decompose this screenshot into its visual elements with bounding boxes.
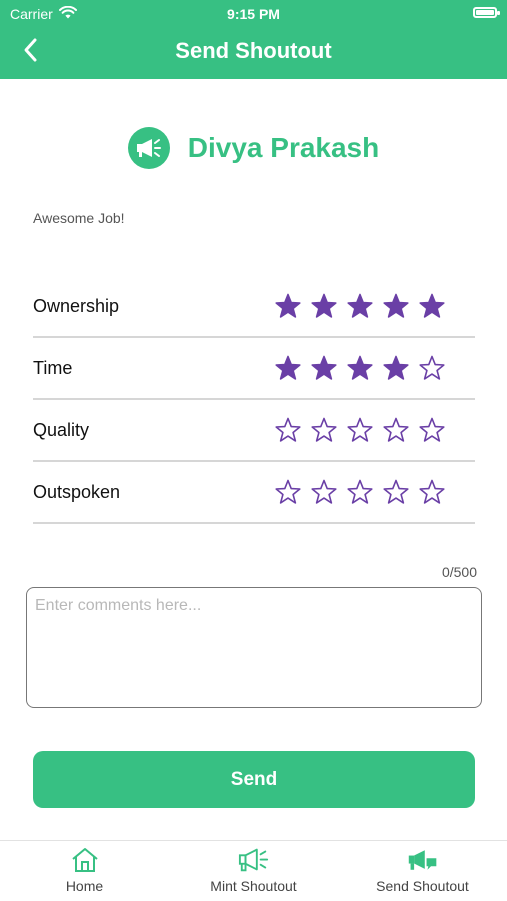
ratings-list: Ownership Time Quality Outspoken [33, 276, 475, 524]
rating-label: Ownership [33, 295, 120, 316]
star-outline-icon[interactable] [275, 479, 301, 505]
star-outline-icon[interactable] [419, 355, 445, 381]
star-outline-icon[interactable] [275, 417, 301, 443]
tab-label: Mint Shoutout [210, 878, 297, 894]
star-outline-icon[interactable] [419, 479, 445, 505]
rating-row-time: Time [33, 338, 475, 400]
star-filled-icon[interactable] [383, 355, 409, 381]
rating-row-ownership: Ownership [33, 276, 475, 338]
status-bar: Carrier 9:15 PM [0, 0, 507, 28]
tab-mint-shoutout[interactable]: Mint Shoutout [169, 841, 338, 901]
battery-icon [473, 7, 500, 18]
star-outline-icon[interactable] [347, 479, 373, 505]
page-title: Send Shoutout [175, 38, 332, 63]
comment-char-counter: 0/500 [441, 564, 477, 580]
star-rating [275, 355, 445, 381]
recipient-header: Divya Prakash [0, 127, 507, 169]
send-button[interactable]: Send [33, 751, 475, 808]
megaphone-outline-icon [238, 845, 270, 875]
tab-send-shoutout[interactable]: Send Shoutout [338, 841, 507, 901]
star-rating [275, 293, 445, 319]
megaphone-filled-icon [407, 845, 439, 875]
tab-label: Home [65, 878, 104, 894]
rating-label: Outspoken [33, 481, 121, 502]
star-outline-icon[interactable] [311, 417, 337, 443]
star-rating [275, 479, 445, 505]
star-filled-icon[interactable] [311, 293, 337, 319]
star-filled-icon[interactable] [347, 355, 373, 381]
tab-home[interactable]: Home [0, 841, 169, 901]
star-filled-icon[interactable] [347, 293, 373, 319]
tab-label: Send Shoutout [376, 878, 469, 894]
tab-bar: Home Mint Shoutout Send Shoutout [0, 840, 507, 901]
star-rating [275, 417, 445, 443]
star-filled-icon[interactable] [275, 355, 301, 381]
top-bar: Carrier 9:15 PM Send Shoutout [0, 0, 507, 79]
rating-row-quality: Quality [33, 400, 475, 462]
shoutout-subtitle: Awesome Job! [33, 210, 125, 226]
star-outline-icon[interactable] [383, 479, 409, 505]
star-filled-icon[interactable] [275, 293, 301, 319]
recipient-name: Divya Prakash [187, 132, 380, 163]
rating-label: Time [33, 357, 73, 378]
star-outline-icon[interactable] [347, 417, 373, 443]
rating-label: Quality [33, 419, 90, 440]
star-filled-icon[interactable] [311, 355, 337, 381]
star-outline-icon[interactable] [311, 479, 337, 505]
status-time: 9:15 PM [227, 6, 280, 22]
star-outline-icon[interactable] [419, 417, 445, 443]
comments-field[interactable] [26, 587, 482, 708]
star-filled-icon[interactable] [419, 293, 445, 319]
star-filled-icon[interactable] [383, 293, 409, 319]
home-icon [69, 845, 101, 875]
star-outline-icon[interactable] [383, 417, 409, 443]
megaphone-icon [127, 127, 170, 169]
rating-row-outspoken: Outspoken [33, 462, 475, 524]
